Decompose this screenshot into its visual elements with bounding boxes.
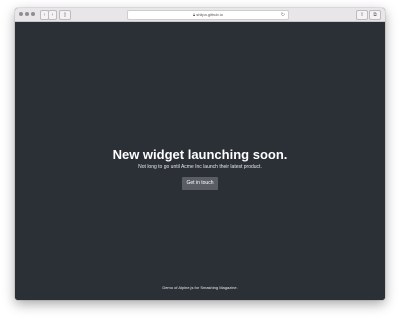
page-title: New widget launching soon. [112, 147, 288, 162]
lock-icon: 🔒︎ [193, 12, 196, 17]
share-button[interactable]: ⇧ [356, 10, 368, 20]
chevron-right-icon: › [51, 12, 54, 18]
hero-section: New widget launching soon. Not long to g… [15, 147, 385, 190]
get-in-touch-button[interactable]: Get in touch [181, 177, 219, 190]
tabs-overview-button[interactable]: ⧉ [369, 10, 381, 20]
browser-toolbar: ‹ › ▯ 🔒︎ shilpa.github.io ↻ ⇧ ⧉ [15, 8, 385, 22]
sidebar-toggle-button[interactable]: ▯ [59, 10, 71, 20]
forward-button[interactable]: › [48, 10, 57, 20]
browser-window: ‹ › ▯ 🔒︎ shilpa.github.io ↻ ⇧ ⧉ New widg… [15, 8, 385, 300]
page-content: New widget launching soon. Not long to g… [15, 22, 385, 300]
tabs-icon: ⧉ [373, 12, 377, 18]
reload-icon[interactable]: ↻ [281, 11, 285, 19]
close-window-button[interactable] [19, 12, 23, 16]
share-icon: ⇧ [359, 12, 365, 18]
minimize-window-button[interactable] [25, 12, 29, 16]
footer-text: Demo of Alpine.js for Smashing Magazine. [162, 285, 238, 290]
address-bar[interactable]: 🔒︎ shilpa.github.io ↻ [127, 10, 289, 20]
zoom-window-button[interactable] [31, 12, 35, 16]
chevron-left-icon: ‹ [43, 12, 46, 18]
address-url: shilpa.github.io [196, 12, 223, 17]
sidebar-icon: ▯ [63, 12, 67, 18]
page-subtitle: Not long to go until Acme Inc launch the… [138, 164, 262, 170]
